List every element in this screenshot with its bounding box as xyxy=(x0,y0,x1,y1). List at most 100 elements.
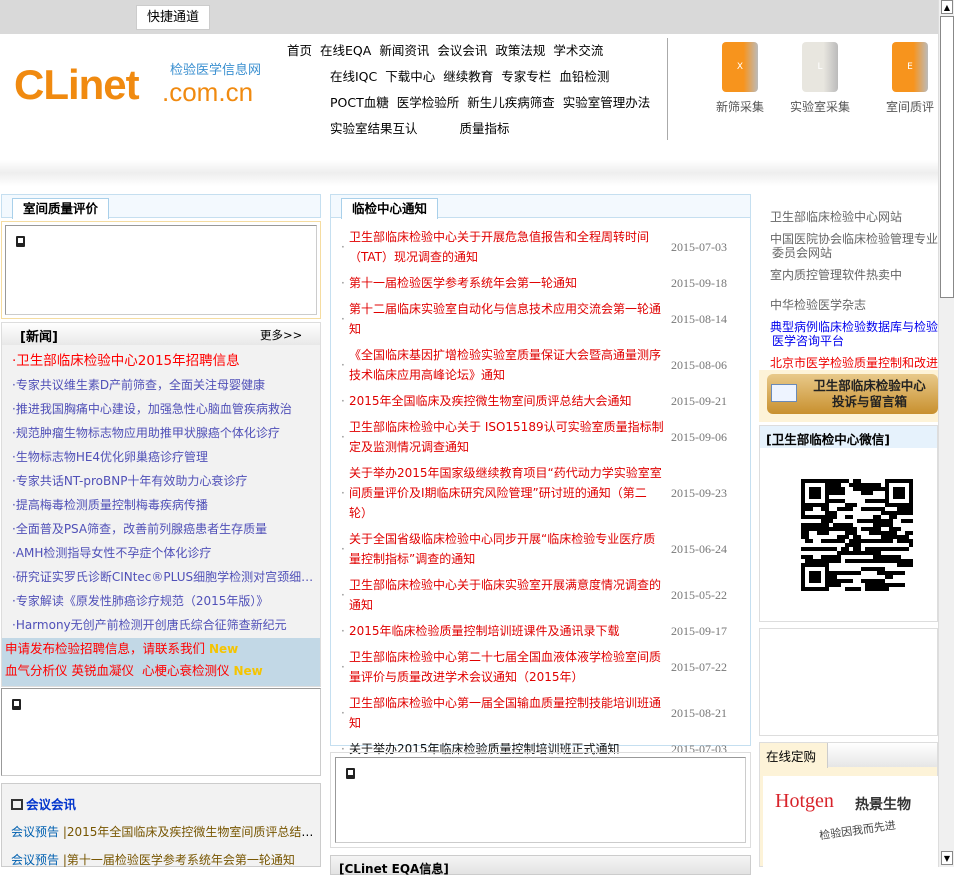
meeting-item[interactable]: 会议预告 |2015年全国临床及疾控微生物室间质评总结大... xyxy=(11,822,316,850)
tab-eqa[interactable]: 室间质量评价 xyxy=(12,198,110,219)
meeting-tag[interactable]: 会议预告 xyxy=(11,853,59,867)
nav-link[interactable]: 会议会讯 xyxy=(437,38,487,64)
meeting-title[interactable]: 会议会讯 xyxy=(26,797,76,812)
news-item[interactable]: ·研究证实罗氏诊断CINtec®PLUS细胞学检测对宫颈细胞.. xyxy=(2,565,320,589)
qr-module xyxy=(813,503,817,507)
nav-link[interactable]: 继续教育 xyxy=(443,64,493,90)
nav-link[interactable]: 新闻资讯 xyxy=(379,38,429,64)
news-item[interactable]: ·Harmony无创产前检测开创唐氏综合征筛查新纪元 xyxy=(2,613,320,637)
qr-module xyxy=(809,479,813,483)
nav-link[interactable]: 在线IQC xyxy=(330,64,377,90)
right-link[interactable]: 典型病例临床检验数据库与检验医学咨询平台 xyxy=(758,320,938,348)
notice-row[interactable]: 卫生部临床检验中心关于 ISO15189认可实验室质量指标制定及监测情况调查通知… xyxy=(331,414,750,460)
notice-title[interactable]: 关于举办2015年国家级继续教育项目“药代动力学实验室室间质量评价及I期临床研究… xyxy=(349,463,664,523)
news-item[interactable]: ·全面普及PSA筛查，改善前列腺癌患者生存质量 xyxy=(2,517,320,541)
nav-link[interactable]: POCT血糖 xyxy=(330,90,389,116)
site-logo[interactable]: CLinet .com.cn 检验医学信息网 xyxy=(12,55,272,115)
nav-link[interactable]: 实验室结果互认 xyxy=(330,116,418,142)
notice-row[interactable]: 卫生部临床检验中心关于临床实验室开展满意度情况调查的通知 2015-05-22 xyxy=(331,572,750,618)
notice-title[interactable]: 2015年全国临床及疾控微生物室间质评总结大会通知 xyxy=(349,391,664,411)
meeting-tag[interactable]: 会议预告 xyxy=(11,825,59,839)
nav-link[interactable]: 新生儿疾病筛查 xyxy=(467,90,555,116)
qr-module xyxy=(901,571,905,575)
right-link[interactable]: 室内质控管理软件热卖中 xyxy=(758,268,938,282)
quick-access-tab[interactable]: 快捷通道 xyxy=(136,5,210,30)
qr-module xyxy=(885,535,889,539)
qr-module xyxy=(801,483,805,487)
nav-link[interactable]: 首页 xyxy=(287,38,312,64)
notice-title[interactable]: 卫生部临床检验中心第一届全国输血质量控制技能培训班通知 xyxy=(349,693,664,733)
meeting-text[interactable]: 第十一届检验医学参考系统年会第一轮通知 xyxy=(67,853,295,867)
qr-module xyxy=(801,555,805,559)
nav-link[interactable]: 学术交流 xyxy=(553,38,603,64)
notice-row[interactable]: 卫生部临床检验中心第二十七届全国血液体液学检验室间质量评价与质量改进学术会议通知… xyxy=(331,644,750,690)
qr-module xyxy=(881,567,885,571)
hotgen-ad[interactable]: Hotgen 热景生物 检验因我而先进 xyxy=(763,776,939,868)
notice-row[interactable]: 第十一届检验医学参考系统年会第一轮通知 2015-09-18 xyxy=(331,270,750,296)
notice-title[interactable]: 第十二届临床实验室自动化与信息技术应用交流会第一轮通知 xyxy=(349,299,664,339)
nav-link[interactable]: 质量指标 xyxy=(460,116,510,142)
mailbox-banner[interactable]: 卫生部临床检验中心 投诉与留言箱 xyxy=(759,370,938,422)
news-more-link[interactable]: 更多>> xyxy=(260,327,302,343)
quick-tool-0[interactable]: X 新筛采集 xyxy=(705,42,775,115)
quick-tool-2[interactable]: E 室间质评 xyxy=(875,42,945,115)
nav-link[interactable]: 在线EQA xyxy=(320,38,371,64)
news-item[interactable]: ·专家解读《原发性肺癌诊疗规范（2015年版）》 xyxy=(2,589,320,613)
notice-row[interactable]: 卫生部临床检验中心关于开展危急值报告和全程周转时间（TAT）现况调查的通知 201… xyxy=(331,224,750,270)
qr-module xyxy=(865,491,869,495)
qr-module xyxy=(897,503,901,507)
notice-title[interactable]: 第十一届检验医学参考系统年会第一轮通知 xyxy=(349,273,664,293)
tab-order[interactable]: 在线定购 xyxy=(760,743,828,768)
news-item[interactable]: ·专家共议维生素D产前筛查，全面关注母婴健康 xyxy=(2,373,320,397)
product-link[interactable]: 心梗心衰检测仪 xyxy=(142,663,230,678)
tab-notices[interactable]: 临检中心通知 xyxy=(341,198,439,219)
product-link[interactable]: 血气分析仪 xyxy=(5,663,68,678)
nav-link[interactable]: 下载中心 xyxy=(385,64,435,90)
fridge-icon: L xyxy=(802,42,838,92)
mailbox-line1: 卫生部临床检验中心 xyxy=(813,378,926,393)
notice-title[interactable]: 关于全国省级临床检验中心同步开展“临床检验专业医疗质量控制指标”调查的通知 xyxy=(349,529,664,569)
notice-title[interactable]: 《全国临床基因扩增检验实验室质量保证大会暨高通量测序技术临床应用高峰论坛》通知 xyxy=(349,345,664,385)
notice-row[interactable]: 关于全国省级临床检验中心同步开展“临床检验专业医疗质量控制指标”调查的通知 201… xyxy=(331,526,750,572)
meeting-item[interactable]: 会议预告 |第十一届检验医学参考系统年会第一轮通知 xyxy=(11,850,316,878)
nav-link[interactable]: 政策法规 xyxy=(495,38,545,64)
news-item[interactable]: ·提高梅毒检测质量控制梅毒疾病传播 xyxy=(2,493,320,517)
scroll-thumb[interactable] xyxy=(940,16,954,298)
right-link[interactable]: 中国医院协会临床检验管理专业委员会网站 xyxy=(758,232,938,260)
qr-module xyxy=(849,531,853,535)
nav-link[interactable]: 医学检验所 xyxy=(397,90,460,116)
quick-tool-1[interactable]: L 实验室采集 xyxy=(785,42,855,115)
notice-row[interactable]: 关于举办2015年国家级继续教育项目“药代动力学实验室室间质量评价及I期临床研究… xyxy=(331,460,750,526)
notice-title[interactable]: 卫生部临床检验中心第二十七届全国血液体液学检验室间质量评价与质量改进学术会议通知… xyxy=(349,647,664,687)
news-item[interactable]: ·规范肿瘤生物标志物应用助推甲状腺癌个体化诊疗 xyxy=(2,421,320,445)
notice-title[interactable]: 卫生部临床检验中心关于临床实验室开展满意度情况调查的通知 xyxy=(349,575,664,615)
right-link[interactable]: 卫生部临床检验中心网站 xyxy=(758,210,938,224)
news-item[interactable]: ·卫生部临床检验中心2015年招聘信息 xyxy=(2,349,320,373)
notice-title[interactable]: 卫生部临床检验中心关于开展危急值报告和全程周转时间（TAT）现况调查的通知 xyxy=(349,227,664,267)
recruit-link[interactable]: 申请发布检验招聘信息，请联系我们 xyxy=(5,641,205,656)
notice-title[interactable]: 卫生部临床检验中心关于 ISO15189认可实验室质量指标制定及监测情况调查通知 xyxy=(349,417,664,457)
product-link[interactable]: 英锐血凝仪 xyxy=(72,663,135,678)
qr-module xyxy=(813,487,817,491)
right-link[interactable]: 中华检验医学杂志 xyxy=(758,298,938,312)
nav-link[interactable]: 血铅检测 xyxy=(559,64,609,90)
notice-row[interactable]: 第十二届临床实验室自动化与信息技术应用交流会第一轮通知 2015-08-14 xyxy=(331,296,750,342)
scroll-down-icon[interactable]: ▼ xyxy=(941,851,953,865)
qr-module xyxy=(809,527,813,531)
nav-link[interactable]: 专家专栏 xyxy=(501,64,551,90)
news-item[interactable]: ·推进我国胸痛中心建设，加强急性心脑血管疾病救治 xyxy=(2,397,320,421)
notice-title[interactable]: 2015年临床检验质量控制培训班课件及通讯录下载 xyxy=(349,621,664,641)
news-item[interactable]: ·生物标志物HE4优化卵巢癌诊疗管理 xyxy=(2,445,320,469)
qr-module xyxy=(849,523,853,527)
scroll-up-icon[interactable]: ▲ xyxy=(941,0,953,14)
news-item[interactable]: ·专家共话NT-proBNP十年有效助力心衰诊疗 xyxy=(2,469,320,493)
scrollbar[interactable]: ▲ ▼ xyxy=(938,0,954,867)
meeting-text[interactable]: 2015年全国临床及疾控微生物室间质评总结大... xyxy=(67,825,316,839)
news-item[interactable]: ·AMH检测指导女性不孕症个体化诊疗 xyxy=(2,541,320,565)
notice-row[interactable]: 《全国临床基因扩增检验实验室质量保证大会暨高通量测序技术临床应用高峰论坛》通知 2… xyxy=(331,342,750,388)
notice-row[interactable]: 2015年临床检验质量控制培训班课件及通讯录下载 2015-09-17 xyxy=(331,618,750,644)
notice-row[interactable]: 2015年全国临床及疾控微生物室间质评总结大会通知 2015-09-21 xyxy=(331,388,750,414)
qr-module xyxy=(829,527,833,531)
notice-row[interactable]: 卫生部临床检验中心第一届全国输血质量控制技能培训班通知 2015-08-21 xyxy=(331,690,750,736)
nav-link[interactable]: 实验室管理办法 xyxy=(563,90,651,116)
